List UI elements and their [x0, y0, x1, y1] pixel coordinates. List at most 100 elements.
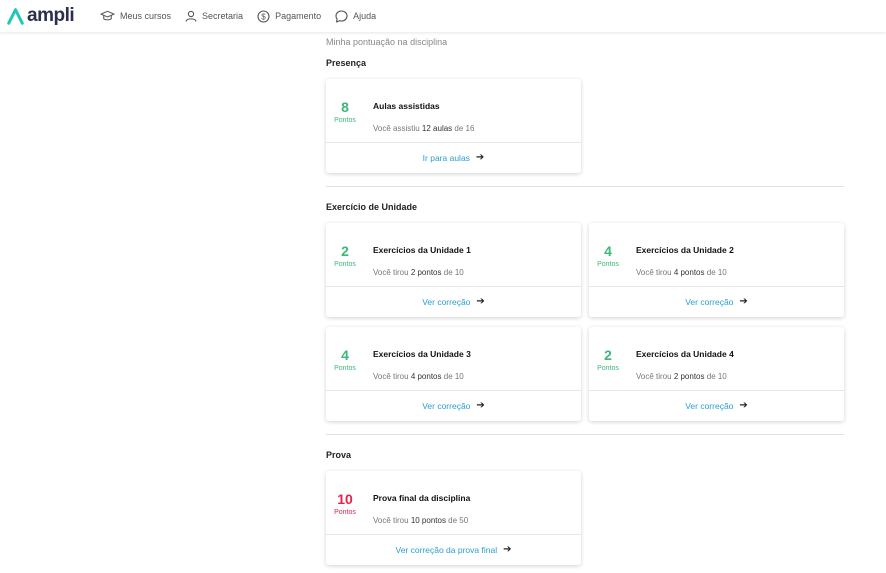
score-card-aulas: 8 Pontos Aulas assistidas Você assistiu …: [326, 79, 581, 173]
top-navigation-bar: ampli Meus cursos Secretaria $ Pagamento: [0, 0, 886, 32]
ampli-logo-icon: [7, 7, 24, 25]
desc-prefix: Você assistiu: [373, 124, 422, 133]
card-body: 4 Pontos Exercícios da Unidade 3 Você ti…: [326, 327, 581, 390]
link-label: Ir para aulas: [422, 153, 470, 163]
nav-label: Ajuda: [353, 11, 377, 21]
card-description: Você assistiu 12 aulas de 16: [373, 124, 474, 133]
card-body: 4 Pontos Exercícios da Unidade 2 Você ti…: [589, 223, 844, 286]
main-nav: Meus cursos Secretaria $ Pagamento Ajuda: [100, 0, 390, 32]
card-title: Exercícios da Unidade 1: [373, 245, 471, 255]
desc-suffix: de 10: [441, 372, 464, 381]
user-icon: [185, 10, 197, 22]
card-title: Exercícios da Unidade 3: [373, 349, 471, 359]
link-label: Ver correção da prova final: [395, 545, 498, 555]
card-title: Aulas assistidas: [373, 101, 440, 111]
link-label: Ver correção: [422, 401, 471, 411]
desc-value: 4 pontos: [673, 268, 705, 277]
points-display: 2 Pontos: [589, 347, 627, 372]
points-display: 4 Pontos: [589, 243, 627, 268]
card-description: Você tirou 4 pontos de 10: [636, 268, 727, 277]
score-card-unidade-3: 4 Pontos Exercícios da Unidade 3 Você ti…: [326, 327, 581, 421]
nav-item-ajuda[interactable]: Ajuda: [335, 9, 377, 23]
section-title-prova: Prova: [326, 450, 352, 460]
desc-suffix: de 10: [441, 268, 464, 277]
card-description: Você tirou 4 pontos de 10: [373, 372, 464, 381]
section-divider: [326, 434, 844, 435]
nav-label: Meus cursos: [120, 11, 172, 21]
desc-value: 12 aulas: [421, 124, 453, 133]
ver-correcao-link[interactable]: Ver correção ➔: [589, 286, 844, 317]
points-display: 8 Pontos: [326, 99, 364, 124]
chat-bubble-icon: [335, 9, 348, 23]
desc-value: 2 pontos: [410, 268, 442, 277]
points-display: 4 Pontos: [326, 347, 364, 372]
desc-value: 2 pontos: [673, 372, 705, 381]
score-card-unidade-2: 4 Pontos Exercícios da Unidade 2 Você ti…: [589, 223, 844, 317]
points-value: 4: [341, 347, 349, 363]
desc-suffix: de 10: [704, 372, 727, 381]
link-label: Ver correção: [685, 401, 734, 411]
points-label: Pontos: [334, 261, 356, 268]
score-card-prova-final: 10 Pontos Prova final da disciplina Você…: [326, 471, 581, 565]
ver-correcao-link[interactable]: Ver correção ➔: [589, 390, 844, 421]
ver-correcao-prova-final-link[interactable]: Ver correção da prova final ➔: [326, 534, 581, 565]
score-card-unidade-4: 2 Pontos Exercícios da Unidade 4 Você ti…: [589, 327, 844, 421]
link-label: Ver correção: [422, 297, 471, 307]
points-label: Pontos: [597, 261, 619, 268]
card-title: Prova final da disciplina: [373, 493, 471, 503]
page-subtitle: Minha pontuação na disciplina: [326, 37, 448, 47]
score-card-unidade-1: 2 Pontos Exercícios da Unidade 1 Você ti…: [326, 223, 581, 317]
points-display: 2 Pontos: [326, 243, 364, 268]
card-body: 2 Pontos Exercícios da Unidade 1 Você ti…: [326, 223, 581, 286]
desc-prefix: Você tirou: [373, 268, 411, 277]
arrow-right-icon: ➔: [475, 152, 485, 163]
desc-prefix: Você tirou: [636, 372, 674, 381]
dollar-icon: $: [257, 9, 270, 23]
desc-prefix: Você tirou: [373, 516, 411, 525]
section-divider: [326, 186, 844, 187]
card-description: Você tirou 2 pontos de 10: [636, 372, 727, 381]
desc-suffix: de 50: [445, 516, 469, 525]
points-label: Pontos: [597, 365, 619, 372]
desc-suffix: de 16: [452, 124, 475, 133]
section-title-presenca: Presença: [326, 58, 367, 68]
points-value: 8: [341, 99, 349, 115]
svg-text:$: $: [261, 12, 266, 21]
ampli-logo[interactable]: ampli: [7, 5, 75, 27]
card-description: Você tirou 2 pontos de 10: [373, 268, 464, 277]
section-title-exercicio: Exercício de Unidade: [326, 202, 418, 212]
points-display: 10 Pontos: [326, 491, 364, 516]
desc-suffix: de 10: [704, 268, 727, 277]
brand-name: ampli: [27, 5, 75, 26]
card-body: 10 Pontos Prova final da disciplina Você…: [326, 471, 581, 534]
ver-correcao-link[interactable]: Ver correção ➔: [326, 286, 581, 317]
points-value: 2: [604, 347, 612, 363]
points-value: 4: [604, 243, 612, 259]
arrow-right-icon: ➔: [739, 400, 748, 411]
arrow-right-icon: ➔: [739, 296, 748, 307]
graduation-cap-icon: [100, 10, 115, 21]
card-description: Você tirou 10 pontos de 50: [373, 516, 468, 525]
desc-prefix: Você tirou: [636, 268, 674, 277]
arrow-right-icon: ➔: [503, 544, 512, 555]
points-value: 10: [337, 491, 353, 507]
arrow-right-icon: ➔: [476, 296, 485, 307]
nav-item-secretaria[interactable]: Secretaria: [185, 10, 243, 22]
card-title: Exercícios da Unidade 4: [636, 349, 734, 359]
ir-para-aulas-link[interactable]: Ir para aulas ➔: [326, 142, 581, 173]
points-label: Pontos: [334, 365, 356, 372]
nav-item-pagamento[interactable]: $ Pagamento: [257, 9, 322, 23]
card-title: Exercícios da Unidade 2: [636, 245, 734, 255]
points-value: 2: [341, 243, 349, 259]
points-label: Pontos: [334, 117, 356, 124]
nav-label: Pagamento: [275, 11, 322, 21]
card-body: 2 Pontos Exercícios da Unidade 4 Você ti…: [589, 327, 844, 390]
link-label: Ver correção: [685, 297, 734, 307]
card-body: 8 Pontos Aulas assistidas Você assistiu …: [326, 79, 581, 142]
nav-label: Secretaria: [202, 11, 244, 21]
points-label: Pontos: [334, 509, 356, 516]
desc-prefix: Você tirou: [373, 372, 411, 381]
nav-item-meus-cursos[interactable]: Meus cursos: [100, 10, 171, 22]
arrow-right-icon: ➔: [476, 400, 485, 411]
ver-correcao-link[interactable]: Ver correção ➔: [326, 390, 581, 421]
